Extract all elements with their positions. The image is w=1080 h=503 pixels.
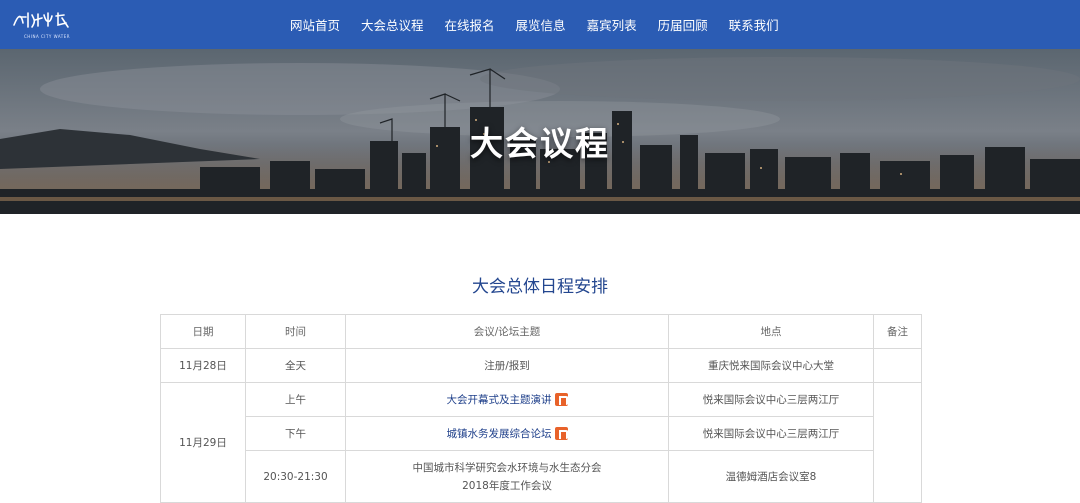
- header-date: 日期: [160, 314, 246, 349]
- cell-time: 全天: [245, 348, 346, 383]
- cell-topic-link[interactable]: 大会开幕式及主题演讲: [345, 382, 669, 417]
- cell-time: 20:30-21:30: [245, 450, 346, 503]
- nav-exhibition[interactable]: 展览信息: [516, 15, 566, 34]
- cell-date: 11月29日: [160, 382, 246, 503]
- nav-history[interactable]: 历届回顾: [658, 15, 708, 34]
- table-row: 下午 城镇水务发展综合论坛 悦来国际会议中心三层两江厅: [161, 416, 922, 451]
- cell-note: [873, 348, 922, 383]
- hero-title: 大会议程: [470, 124, 610, 163]
- header-location: 地点: [668, 314, 874, 349]
- cell-topic-link[interactable]: 城镇水务发展综合论坛: [345, 416, 669, 451]
- nav-agenda[interactable]: 大会总议程: [361, 15, 424, 34]
- cell-location: 温德姆酒店会议室8: [668, 450, 874, 503]
- cell-location: 悦来国际会议中心三层两江厅: [668, 382, 874, 417]
- nav-registration[interactable]: 在线报名: [445, 15, 495, 34]
- logo-calligraphy-icon: [13, 12, 69, 28]
- section-title: 大会总体日程安排: [472, 277, 608, 297]
- site-logo[interactable]: CHINA CITY WATER: [12, 9, 72, 41]
- nav-home[interactable]: 网站首页: [290, 15, 340, 34]
- cell-topic: 中国城市科学研究会水环境与水生态分会 2018年度工作会议: [345, 450, 669, 503]
- nav-contact[interactable]: 联系我们: [729, 15, 779, 34]
- top-header: CHINA CITY WATER 网站首页 大会总议程 在线报名 展览信息 嘉宾…: [0, 0, 1080, 49]
- cell-time: 上午: [245, 382, 346, 417]
- ppt-download-icon[interactable]: [554, 393, 569, 406]
- nav-guests[interactable]: 嘉宾列表: [587, 15, 637, 34]
- ppt-download-icon[interactable]: [554, 427, 569, 440]
- cell-topic: 注册/报到: [345, 348, 669, 383]
- cell-time: 下午: [245, 416, 346, 451]
- logo-subtext: CHINA CITY WATER: [24, 34, 71, 39]
- schedule-table: 日期 时间 会议/论坛主题 地点 备注 11月28日 全天 注册/报到 重庆悦来…: [160, 314, 922, 503]
- topic-line: 2018年度工作会议: [462, 479, 552, 492]
- topic-link-opening[interactable]: 大会开幕式及主题演讲: [447, 394, 552, 406]
- main-nav: 网站首页 大会总议程 在线报名 展览信息 嘉宾列表 历届回顾 联系我们: [290, 0, 800, 49]
- table-row: 11月29日 上午 大会开幕式及主题演讲 悦来国际会议中心三层两江厅: [160, 382, 922, 503]
- cell-date: 11月28日: [160, 348, 246, 383]
- header-time: 时间: [245, 314, 346, 349]
- cell-location: 重庆悦来国际会议中心大堂: [668, 348, 874, 383]
- table-header-row: 日期 时间 会议/论坛主题 地点 备注: [160, 314, 922, 349]
- cell-location: 悦来国际会议中心三层两江厅: [668, 416, 874, 451]
- hero-banner: 大会议程: [0, 49, 1080, 214]
- topic-line: 中国城市科学研究会水环境与水生态分会: [412, 461, 602, 474]
- topic-link-forum[interactable]: 城镇水务发展综合论坛: [447, 428, 552, 440]
- table-row: 20:30-21:30 中国城市科学研究会水环境与水生态分会 2018年度工作会…: [161, 450, 922, 503]
- header-note: 备注: [873, 314, 922, 349]
- cell-note: [873, 382, 922, 503]
- table-row: 11月28日 全天 注册/报到 重庆悦来国际会议中心大堂: [160, 348, 922, 383]
- header-topic: 会议/论坛主题: [345, 314, 669, 349]
